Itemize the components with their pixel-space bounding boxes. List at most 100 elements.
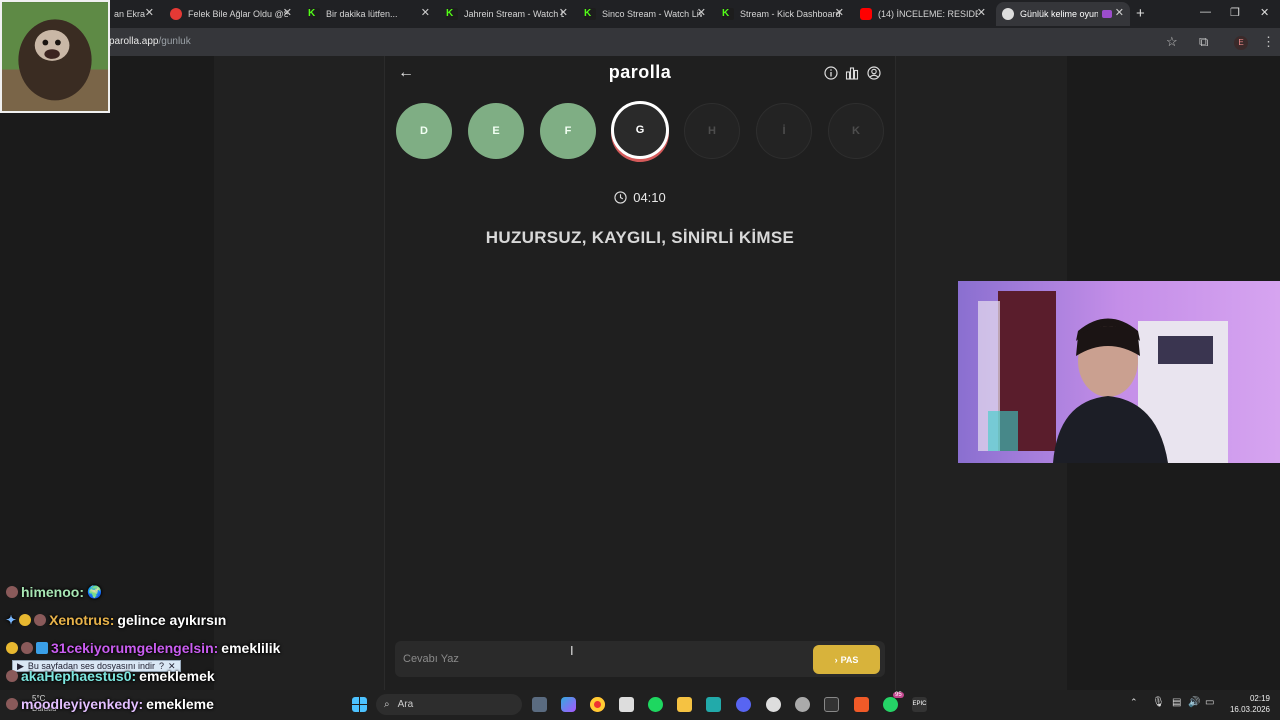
letter-circle-g-current: G [611, 101, 669, 159]
youtube-favicon-icon [860, 8, 872, 20]
chat-username: 31cekiyorumgelengelsin: [51, 640, 219, 656]
spotify-icon[interactable] [648, 697, 663, 712]
chat-username: moodleyiyenkedy: [21, 696, 144, 712]
kick-favicon-icon: K [722, 8, 734, 20]
letter-circle-f: F [540, 103, 596, 159]
timer-value: 04:10 [633, 190, 666, 205]
monkey-image [0, 0, 110, 113]
tab-label: Günlük kelime oyunu [1020, 9, 1098, 19]
tab-label: Bir dakika lütfen... [326, 9, 398, 19]
tab-bir-dakika[interactable]: K Bir dakika lütfen... ✕ [302, 2, 436, 26]
tab-jahrein[interactable]: K Jahrein Stream - Watch Li ✕ [440, 2, 574, 26]
tab-gunluk-kelime[interactable]: Günlük kelime oyunu ✕ [996, 2, 1130, 26]
kick-favicon-icon: K [446, 8, 458, 20]
taskbar-search[interactable]: ⌕ Ara [376, 694, 522, 715]
close-icon[interactable]: ✕ [697, 6, 706, 19]
restore-icon[interactable]: ❐ [1230, 6, 1240, 19]
stats-icon[interactable] [845, 66, 859, 80]
kick-favicon-icon: K [308, 8, 320, 20]
close-window-icon[interactable]: ✕ [1260, 6, 1269, 19]
bookmark-star-icon[interactable]: ☆ [1166, 34, 1178, 50]
chat-message: 31cekiyorumgelengelsin: emeklilik [6, 640, 280, 656]
taskbar-search-label: Ara [397, 699, 414, 710]
terminal-icon[interactable] [824, 697, 839, 712]
close-icon[interactable]: ✕ [559, 6, 568, 19]
tab-inceleme[interactable]: (14) İNCELEME: RESIDENT ✕ [854, 2, 992, 26]
chat-username: akaHephaestus0: [21, 668, 137, 684]
discord-icon[interactable] [736, 697, 751, 712]
kick-favicon-icon: K [584, 8, 596, 20]
youtube-favicon-icon [170, 8, 182, 20]
emote-icon: 🌍 [87, 585, 102, 599]
chrome-icon[interactable] [590, 697, 605, 712]
chevron-right-icon: › [834, 654, 838, 665]
close-icon[interactable]: ✕ [283, 6, 292, 19]
clue-text: HUZURSUZ, KAYGILI, SİNİRLİ KİMSE [485, 228, 795, 247]
clock-icon [614, 191, 627, 204]
microphone-icon[interactable]: 🎙 [1152, 697, 1165, 708]
volume-icon[interactable]: 🔊 [1188, 697, 1200, 708]
settings-app-icon[interactable] [706, 697, 721, 712]
menu-dots-icon[interactable]: ⋮ [1262, 34, 1275, 50]
url-host: parolla.app [109, 36, 159, 47]
windows-start-icon[interactable] [352, 697, 367, 712]
profile-avatar[interactable]: E [1234, 36, 1248, 50]
user-profile-icon[interactable] [867, 66, 881, 80]
tab-label: Sinco Stream - Watch Live [602, 9, 702, 19]
tab-kick-dashboard[interactable]: K Stream - Kick Dashboard ✕ [716, 2, 850, 26]
close-icon[interactable]: ✕ [145, 6, 154, 19]
pass-button[interactable]: › PAS [813, 645, 880, 674]
copilot-icon[interactable] [561, 697, 576, 712]
pass-button-label: PAS [840, 654, 859, 665]
battery-icon[interactable]: ▭ [1205, 697, 1214, 708]
sub-badge-icon [6, 642, 18, 654]
address-toolbar [0, 28, 1280, 56]
address-bar[interactable]: parolla.app/gunluk [109, 36, 191, 47]
sword-badge-icon: ✦ [6, 613, 17, 627]
chat-message-text: emeklilik [221, 640, 281, 656]
letter-circle-k: K [828, 103, 884, 159]
webcam-overlay [958, 281, 1280, 463]
tab-label: Stream - Kick Dashboard [740, 9, 840, 19]
network-icon[interactable]: ▤ [1172, 697, 1181, 708]
minimize-icon[interactable]: — [1200, 6, 1211, 18]
app-logo[interactable]: parolla [540, 62, 740, 83]
steam-icon[interactable] [766, 697, 781, 712]
extensions-icon[interactable]: ⧉ [1199, 34, 1208, 50]
tab-sinco[interactable]: K Sinco Stream - Watch Live ✕ [578, 2, 712, 26]
letter-circle-h: H [684, 103, 740, 159]
task-view-icon[interactable] [532, 697, 547, 712]
close-icon[interactable]: ✕ [1115, 6, 1124, 19]
chat-message-text: emeklemek [139, 668, 215, 684]
avatar-badge-icon [6, 698, 18, 710]
chevron-up-icon[interactable]: ⌃ [1130, 697, 1138, 708]
close-icon[interactable]: ✕ [835, 6, 844, 19]
info-icon[interactable] [824, 66, 838, 80]
avatar-badge-icon [21, 642, 33, 654]
whatsapp-badge: 95 [893, 692, 904, 698]
avatar-badge-icon [34, 614, 47, 626]
chat-message: moodleyiyenkedy: emekleme [6, 696, 214, 712]
taskbar-clock[interactable]: 02:19 16.03.2026 [1220, 693, 1270, 715]
back-arrow-icon[interactable]: ← [398, 64, 414, 82]
letter-circle-d: D [396, 103, 452, 159]
obs-icon[interactable] [795, 697, 810, 712]
epic-games-icon[interactable]: EPIC [912, 697, 927, 712]
whatsapp-icon[interactable] [883, 697, 898, 712]
tab-youtube-felek[interactable]: Felek Bile Ağlar Oldu @S ✕ [164, 2, 298, 26]
brave-icon[interactable] [854, 697, 869, 712]
chat-message: akaHephaestus0: emeklemek [6, 668, 215, 684]
close-icon[interactable]: ✕ [977, 6, 986, 19]
letter-circle-e: E [468, 103, 524, 159]
notes-app-icon[interactable] [619, 697, 634, 712]
chat-message-text: emekleme [146, 696, 214, 712]
text-cursor-icon: I [570, 643, 574, 658]
close-icon[interactable]: ✕ [421, 6, 430, 19]
tab-strip: an Ekra ✕ Felek Bile Ağlar Oldu @S ✕ K B… [0, 0, 1280, 28]
url-path: /gunluk [158, 36, 191, 47]
file-explorer-icon[interactable] [677, 697, 692, 712]
parolla-favicon-icon [1002, 8, 1014, 20]
clock-date: 16.03.2026 [1229, 705, 1270, 714]
answer-input[interactable] [403, 650, 803, 668]
new-tab-button[interactable]: + [1136, 5, 1145, 22]
